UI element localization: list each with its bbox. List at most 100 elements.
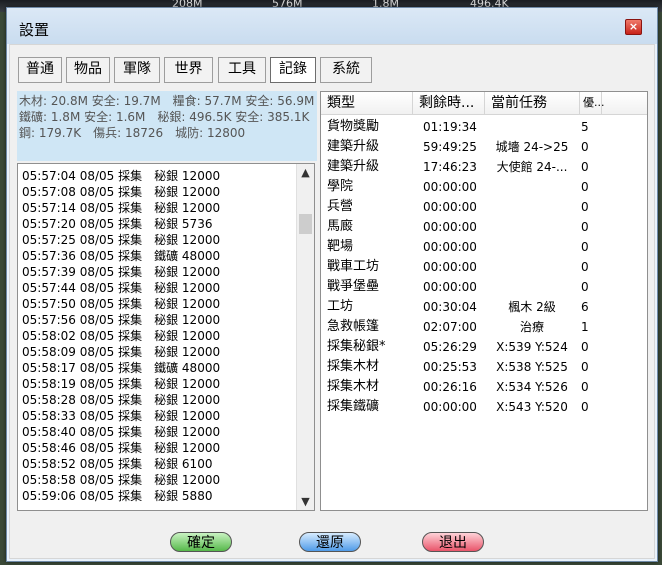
log-entry: 05:58:33 08/05 採集 秘銀 12000 [22, 409, 221, 423]
table-header: 類型 剩餘時... 當前任務 優... [321, 92, 647, 115]
column-header-priority[interactable]: 優... [580, 92, 605, 114]
cell-priority: 0 [581, 160, 589, 174]
table-row[interactable]: 採集秘銀* 05:26:29 X:539 Y:524 0 [321, 337, 647, 357]
cell-type: 兵營 [327, 199, 354, 214]
column-header-type[interactable]: 類型 [321, 92, 413, 114]
tab-tools[interactable]: 工具 [218, 57, 266, 83]
log-entry: 05:58:40 08/05 採集 秘銀 12000 [22, 425, 221, 439]
cell-priority: 0 [581, 340, 589, 354]
cell-time: 17:46:23 [423, 160, 477, 174]
column-header-remaining[interactable]: 剩餘時... [413, 92, 485, 114]
cell-type: 貨物獎勵 [327, 119, 380, 134]
confirm-button[interactable]: 確定 [170, 532, 232, 552]
column-header-task[interactable]: 當前任務 [485, 92, 580, 114]
log-entry: 05:59:06 08/05 採集 秘銀 5880 [22, 489, 213, 503]
log-entry: 05:58:58 08/05 採集 秘銀 12000 [22, 473, 221, 487]
cell-type: 學院 [327, 179, 354, 194]
log-entry: 05:58:02 08/05 採集 秘銀 12000 [22, 329, 221, 343]
log-entry: 05:57:25 08/05 採集 秘銀 12000 [22, 233, 221, 247]
task-queue-table: 類型 剩餘時... 當前任務 優... 貨物獎勵 01:19:34 5 建築升級 59… [320, 91, 648, 511]
cell-time: 00:00:00 [423, 180, 477, 194]
cell-task: X:534 Y:526 [496, 380, 568, 394]
cell-priority: 0 [581, 220, 589, 234]
close-button[interactable]: × [625, 19, 642, 35]
cell-priority: 1 [581, 320, 589, 334]
resource-summary: 木材: 20.8M 安全: 19.7M 糧食: 57.7M 安全: 56.9M … [17, 91, 317, 161]
activity-log: 05:57:04 08/05 採集 秘銀 12000 05:57:08 08/0… [17, 163, 315, 511]
cell-priority: 0 [581, 180, 589, 194]
table-row[interactable]: 兵營 00:00:00 0 [321, 197, 647, 217]
log-entry: 05:58:28 08/05 採集 秘銀 12000 [22, 393, 221, 407]
cell-type: 採集木材 [327, 379, 380, 394]
cell-time: 00:00:00 [423, 220, 477, 234]
tab-items[interactable]: 物品 [66, 57, 110, 83]
cell-task: 城墻 24->25 [495, 140, 569, 154]
settings-window: 設置 × 普通 物品 軍隊 世界 工具 記錄 系統 木材: 20.8M 安全: … [6, 7, 658, 562]
exit-button[interactable]: 退出 [422, 532, 484, 552]
cell-task: X:538 Y:525 [496, 360, 568, 374]
table-row[interactable]: 採集木材 00:25:53 X:538 Y:525 0 [321, 357, 647, 377]
cell-priority: 0 [581, 240, 589, 254]
tab-system[interactable]: 系統 [320, 57, 372, 83]
cell-task: 治療 [519, 320, 544, 334]
tab-log[interactable]: 記錄 [270, 57, 316, 83]
close-icon: × [628, 20, 639, 33]
tab-army[interactable]: 軍隊 [114, 57, 160, 83]
log-entry: 05:57:44 08/05 採集 秘銀 12000 [22, 281, 221, 295]
cell-task: 楓木 2級 [508, 300, 556, 314]
cell-time: 00:30:04 [423, 300, 477, 314]
table-row[interactable]: 急救帳篷 02:07:00 治療 1 [321, 317, 647, 337]
cell-priority: 0 [581, 400, 589, 414]
log-entry: 05:57:14 08/05 採集 秘銀 12000 [22, 201, 221, 215]
log-entry: 05:57:56 08/05 採集 秘銀 12000 [22, 313, 221, 327]
cell-time: 00:00:00 [423, 260, 477, 274]
cell-priority: 0 [581, 260, 589, 274]
cell-time: 02:07:00 [423, 320, 477, 334]
scroll-down-icon[interactable]: ▼ [297, 493, 314, 510]
cell-type: 靶場 [327, 239, 354, 254]
log-entry: 05:57:50 08/05 採集 秘銀 12000 [22, 297, 221, 311]
cell-time: 00:00:00 [423, 400, 477, 414]
cell-priority: 0 [581, 280, 589, 294]
cell-time: 59:49:25 [423, 140, 477, 154]
cell-priority: 0 [581, 140, 589, 154]
table-row[interactable]: 建築升級 59:49:25 城墻 24->25 0 [321, 137, 647, 157]
table-row[interactable]: 戰爭堡壘 00:00:00 0 [321, 277, 647, 297]
cell-type: 戰爭堡壘 [327, 279, 380, 294]
cell-type: 戰車工坊 [327, 259, 380, 274]
cell-type: 採集秘銀* [327, 339, 386, 354]
log-entry: 05:57:20 08/05 採集 秘銀 5736 [22, 217, 213, 231]
log-entry: 05:57:36 08/05 採集 鐵礦 48000 [22, 249, 221, 263]
table-row[interactable]: 建築升級 17:46:23 大使館 24-... 0 [321, 157, 647, 177]
scroll-up-icon[interactable]: ▲ [297, 164, 314, 181]
tab-general[interactable]: 普通 [18, 57, 62, 83]
cell-type: 工坊 [327, 299, 354, 314]
log-scrollbar[interactable]: ▲ ▼ [296, 164, 314, 510]
cell-priority: 0 [581, 380, 589, 394]
table-row[interactable]: 採集鐵礦 00:00:00 X:543 Y:520 0 [321, 397, 647, 417]
title-bar[interactable]: 設置 × [7, 8, 657, 44]
table-row[interactable]: 戰車工坊 00:00:00 0 [321, 257, 647, 277]
cell-time: 05:26:29 [423, 340, 477, 354]
cell-time: 00:25:53 [423, 360, 477, 374]
cell-priority: 0 [581, 360, 589, 374]
log-entry: 05:58:17 08/05 採集 鐵礦 48000 [22, 361, 221, 375]
table-row[interactable]: 工坊 00:30:04 楓木 2級 6 [321, 297, 647, 317]
cell-type: 急救帳篷 [327, 319, 380, 334]
cell-task: X:539 Y:524 [496, 340, 568, 354]
restore-button[interactable]: 還原 [299, 532, 361, 552]
table-row[interactable]: 靶場 00:00:00 0 [321, 237, 647, 257]
cell-priority: 6 [581, 300, 589, 314]
cell-priority: 0 [581, 200, 589, 214]
tab-world[interactable]: 世界 [164, 57, 213, 83]
scroll-thumb[interactable] [299, 214, 312, 234]
table-row[interactable]: 貨物獎勵 01:19:34 5 [321, 117, 647, 137]
table-row[interactable]: 馬廄 00:00:00 0 [321, 217, 647, 237]
table-row[interactable]: 學院 00:00:00 0 [321, 177, 647, 197]
log-list: 05:57:04 08/05 採集 秘銀 12000 05:57:08 08/0… [22, 168, 296, 504]
log-entry: 05:57:08 08/05 採集 秘銀 12000 [22, 185, 221, 199]
table-row[interactable]: 採集木材 00:26:16 X:534 Y:526 0 [321, 377, 647, 397]
cell-type: 建築升級 [327, 159, 380, 174]
cell-time: 00:26:16 [423, 380, 477, 394]
log-entry: 05:57:04 08/05 採集 秘銀 12000 [22, 169, 221, 183]
